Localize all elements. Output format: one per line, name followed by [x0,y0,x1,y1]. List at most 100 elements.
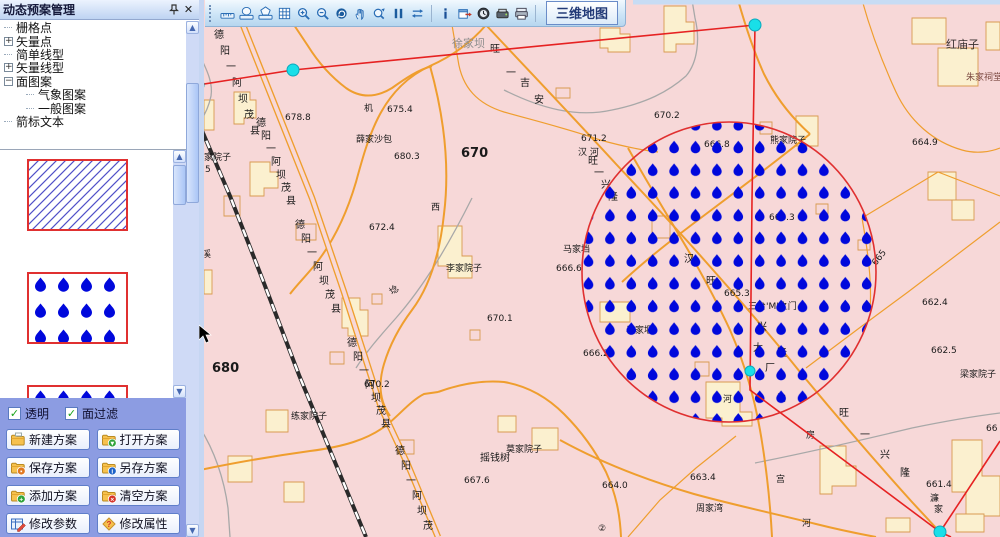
action-button-label: 打开方案 [120,431,168,448]
pattern-scrollbar[interactable]: ▲ ▼ [173,150,186,398]
map-label: 675.4 [387,105,413,115]
map-label: 机 [364,102,373,114]
checkbox-透明[interactable]: ✓ 透明 [8,405,49,422]
toolbar-grip[interactable] [209,5,213,22]
drop-pattern-swatch[interactable] [27,272,128,344]
print-icon[interactable] [512,2,531,24]
map-label: 德 [295,218,305,231]
action-button-label: 另存方案 [120,459,168,476]
scrollbar-thumb[interactable] [173,165,186,205]
control-handle[interactable] [749,19,761,31]
measure-polygon-icon[interactable] [256,2,275,24]
zoom-in-icon[interactable] [294,2,313,24]
map-label: 662.5 [931,346,957,356]
map-label: 坝 [319,275,329,287]
plan-tree: 栅格点+矢量点简单线型+矢量线型−面图案气象图案一般图案箭标文本 [0,21,186,149]
plot-icon[interactable] [493,2,512,24]
action-button-保存方案[interactable]: ▪保存方案 [6,457,90,478]
map-label: 664.9 [912,138,938,148]
map-label: 西 [431,202,440,213]
svg-text:×: × [110,496,114,503]
zoom-previous-icon[interactable] [370,2,389,24]
action-button-修改参数[interactable]: 修改参数 [6,513,90,534]
map-label: 663.4 [690,473,716,483]
scroll-up-icon[interactable]: ▲ [173,150,186,163]
edit-props-icon: ? [101,516,117,532]
info-icon[interactable] [436,2,455,24]
swap-layers-icon[interactable] [408,2,427,24]
control-handle[interactable] [934,526,946,537]
edit-params-icon [10,516,26,532]
map-label: 德 [214,28,224,41]
pin-icon[interactable] [166,2,181,17]
plan-droplet-zone[interactable] [582,122,876,422]
action-button-清空方案[interactable]: ×清空方案 [97,485,181,506]
action-button-另存方案[interactable]: i另存方案 [97,457,181,478]
checkbox-icon[interactable]: ✓ [8,407,21,420]
action-button-label: 修改参数 [29,515,77,532]
map-label: 坝 [276,169,286,181]
map-canvas[interactable]: 徐家坝红庙子朱家祠堂678.8机675.4薛家沙包680.3670671.2汉 … [199,0,1000,537]
map-label: 680 [212,361,239,376]
map-label: 县 [331,303,341,315]
control-handle[interactable] [745,366,755,376]
map-label: 阿 [271,156,281,168]
map-label: 练家院子 [291,410,327,422]
hatch-pattern-swatch[interactable] [27,159,128,231]
tree-connector [4,121,12,122]
close-icon[interactable]: ✕ [181,2,196,17]
export-icon[interactable] [455,2,474,24]
sidebar-scrollbar[interactable]: ▲ ▼ [186,21,199,537]
pan-hand-icon[interactable] [351,2,370,24]
map-label: 坝 [371,392,381,404]
map-label: 茂 [325,288,335,301]
zoom-out-icon[interactable] [313,2,332,24]
drop-pattern-swatch-partial[interactable] [27,385,128,398]
expand-plus-icon[interactable]: + [4,37,13,46]
control-handle[interactable] [287,64,299,76]
action-button-打开方案[interactable]: ▼打开方案 [97,429,181,450]
toolbar-separator [431,5,432,22]
tree-connector [4,27,12,28]
map-label: 朱家祠堂 [966,71,1000,83]
map-viewport[interactable]: 徐家坝红庙子朱家祠堂678.8机675.4薛家沙包680.3670671.2汉 … [199,0,1000,537]
map-label: 662.4 [922,298,948,308]
map-label: 坝 [417,505,427,517]
checkbox-icon[interactable]: ✓ [65,407,78,420]
map-label: 徐家坝 [452,36,485,50]
svg-text:+: + [19,496,23,503]
folder-open-icon: ▼ [101,432,117,448]
undo-view-icon[interactable] [332,2,351,24]
checkbox-面过滤[interactable]: ✓面过滤 [65,405,118,422]
scrollbar-thumb[interactable] [186,83,199,203]
grid-icon[interactable] [275,2,294,24]
measure-circle-icon[interactable] [237,2,256,24]
map-label: 茂 [376,404,386,417]
splitter[interactable] [199,0,204,537]
folder-save-icon: ▪ [10,460,26,476]
scroll-down-icon[interactable]: ▼ [173,385,186,398]
action-button-添加方案[interactable]: +添加方案 [6,485,90,506]
tree-item[interactable]: −面图案 [0,75,186,88]
scroll-up-icon[interactable]: ▲ [186,21,199,34]
tree-item[interactable]: 气象图案 [0,88,186,101]
checkbox-label: 透明 [25,405,49,422]
scroll-down-icon[interactable]: ▼ [186,524,199,537]
action-button-修改属性[interactable]: ?修改属性 [97,513,181,534]
map-label: 李家院子 [446,262,482,274]
map-label: 县 [381,418,391,430]
map-label: 阿 [412,490,422,502]
pause-icon[interactable] [389,2,408,24]
map-3d-button[interactable]: 三维地图 [546,1,618,25]
collapse-minus-icon[interactable]: − [4,77,13,86]
measure-distance-icon[interactable] [218,2,237,24]
map-label: 兴 [880,449,890,461]
map-label: 661.4 [926,480,952,490]
history-icon[interactable] [474,2,493,24]
action-button-新建方案[interactable]: 新建方案 [6,429,90,450]
pattern-preview-panel: ▲ ▼ [0,149,186,398]
expand-plus-icon[interactable]: + [4,63,13,72]
map-label: 阿 [365,379,375,391]
tree-item[interactable]: 箭标文本 [0,115,186,128]
tree-connector [26,94,34,95]
